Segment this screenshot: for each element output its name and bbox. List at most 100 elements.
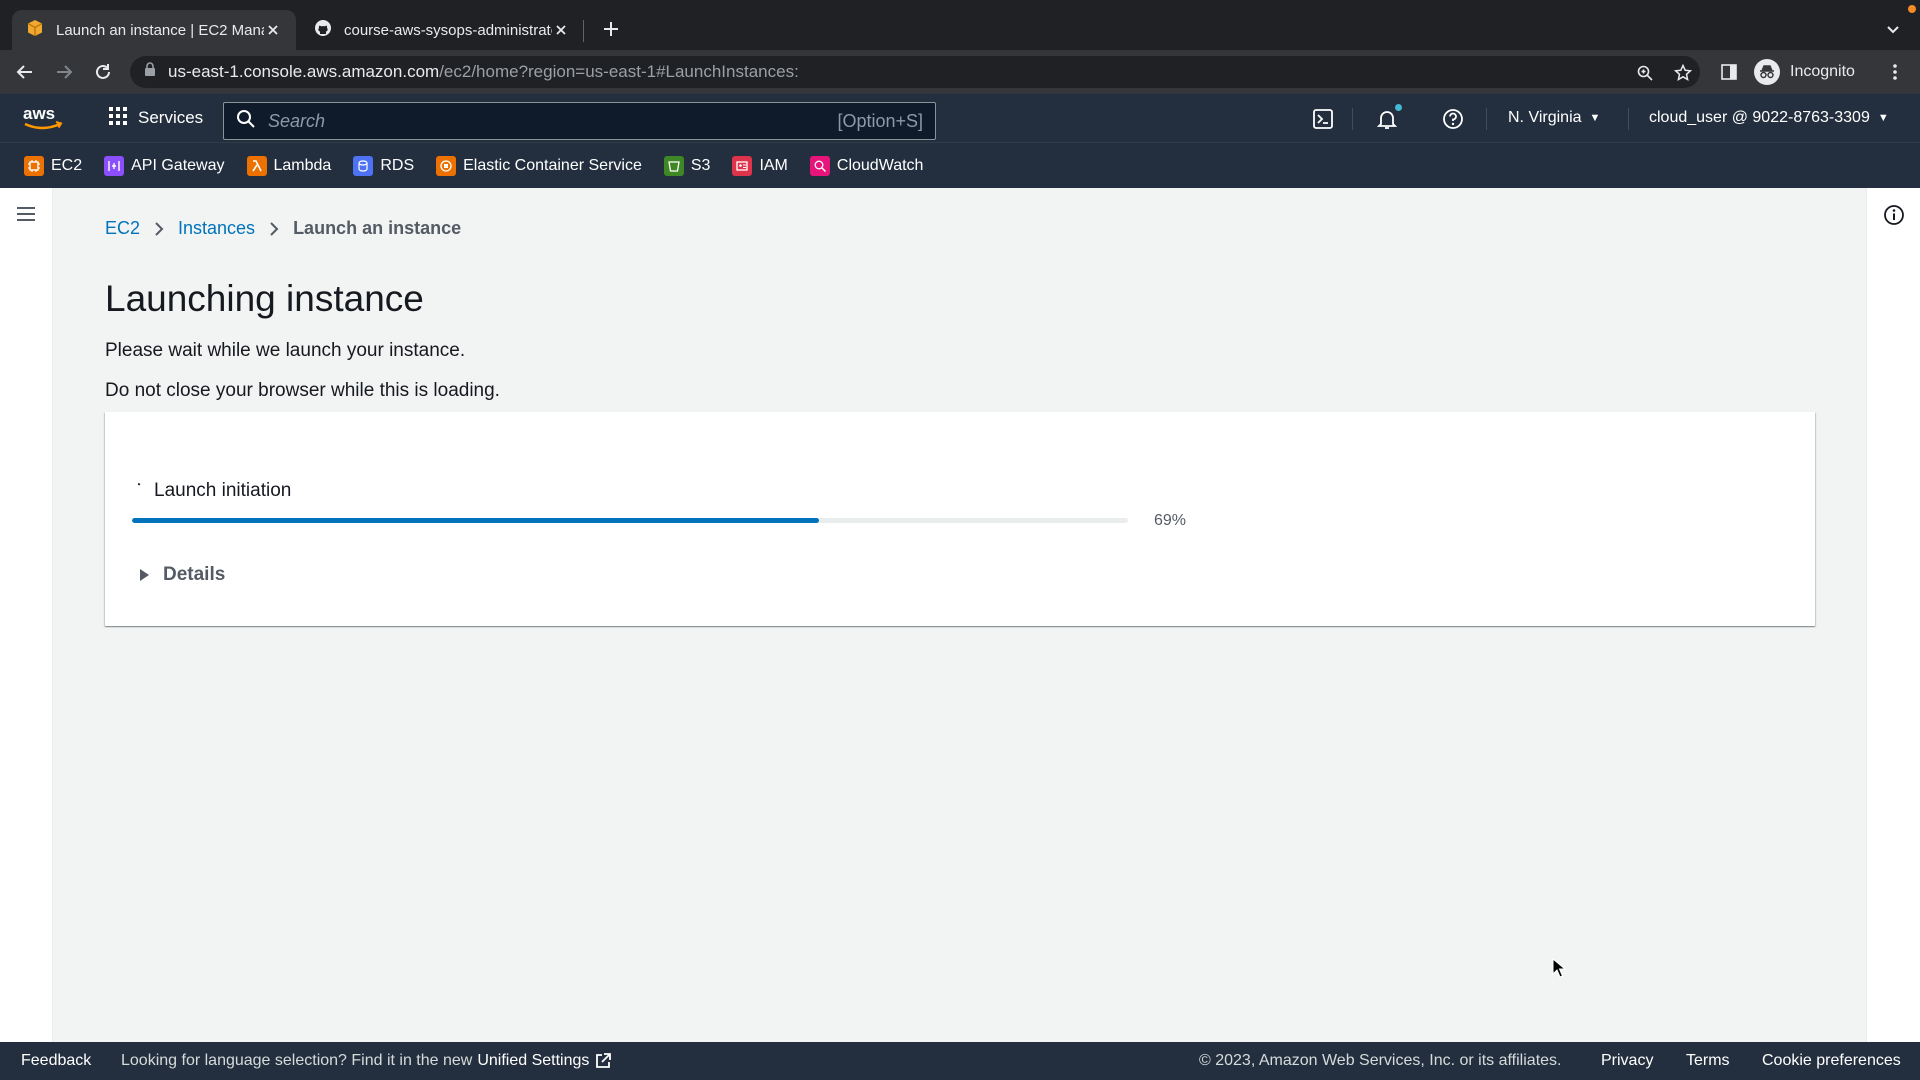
zoom-icon[interactable] <box>1636 64 1654 82</box>
notification-dot <box>1395 104 1402 111</box>
search-icon <box>236 109 256 134</box>
cloudshell-icon[interactable] <box>1310 106 1336 132</box>
favorite-cloudwatch[interactable]: CloudWatch <box>809 155 924 176</box>
page-title: Launching instance <box>105 278 424 319</box>
new-tab-button[interactable] <box>598 16 624 42</box>
forward-arrow-icon[interactable] <box>51 59 77 85</box>
favorite-label: Lambda <box>273 156 332 174</box>
chevron-down-icon[interactable] <box>1880 18 1906 42</box>
search-input[interactable]: Search [Option+S] <box>223 102 936 140</box>
breadcrumb-current: Launch an instance <box>293 218 462 238</box>
cloudwatch-icon <box>809 155 830 176</box>
console-footer: Feedback Looking for language selection?… <box>0 1042 1920 1080</box>
url-host: us-east-1.console.aws.amazon.com <box>168 62 440 81</box>
left-navigation-rail <box>0 188 53 1042</box>
tab-github-course[interactable]: course-aws-sysops-administrator <box>300 10 584 50</box>
caret-right-icon <box>137 568 151 582</box>
details-expander[interactable]: Details <box>137 564 225 586</box>
cookie-preferences-link[interactable]: Cookie preferences <box>1762 1042 1901 1080</box>
favorite-label: Elastic Container Service <box>463 156 642 174</box>
progress-bar-fill <box>132 518 820 523</box>
kebab-menu-icon[interactable] <box>1882 59 1908 85</box>
info-icon[interactable] <box>1882 203 1906 227</box>
services-menu-button[interactable]: Services <box>108 94 203 142</box>
favorite-ecs[interactable]: Elastic Container Service <box>436 155 642 176</box>
right-tools-rail <box>1866 188 1920 1042</box>
copyright-text: © 2023, Amazon Web Services, Inc. or its… <box>1199 1052 1562 1069</box>
aws-box-icon <box>26 19 44 41</box>
url-path: /ec2/home?region=us-east-1#LaunchInstanc… <box>439 62 799 81</box>
bell-icon[interactable] <box>1374 104 1402 132</box>
terms-link[interactable]: Terms <box>1686 1042 1730 1080</box>
terms-label: Terms <box>1686 1052 1730 1069</box>
tab-separator <box>583 20 584 42</box>
details-label: Details <box>163 564 226 585</box>
launch-step: Launch initiation <box>132 480 291 502</box>
hamburger-menu-icon[interactable] <box>14 202 38 226</box>
favorite-api-gateway[interactable]: API Gateway <box>104 155 225 176</box>
privacy-link[interactable]: Privacy <box>1601 1042 1653 1080</box>
favorite-label: RDS <box>380 156 415 174</box>
close-icon[interactable] <box>552 21 570 39</box>
ec2-icon <box>24 155 44 176</box>
feedback-label: Feedback <box>21 1052 92 1069</box>
region-selector[interactable]: N. Virginia ▼ <box>1508 94 1600 142</box>
services-label: Services <box>138 108 204 127</box>
header-divider <box>1628 108 1629 130</box>
progress-percent: 69% <box>1154 512 1187 529</box>
incognito-label: Incognito <box>1790 63 1855 80</box>
tab-title: Launch an instance | EC2 Management Cons… <box>56 21 264 39</box>
s3-icon <box>663 155 684 176</box>
mouse-cursor-icon <box>1552 957 1567 978</box>
incognito-profile[interactable]: Incognito <box>1754 58 1855 86</box>
breadcrumb-instances[interactable]: Instances <box>178 218 255 239</box>
account-menu[interactable]: cloud_user @ 9022-8763-3309 ▼ <box>1649 94 1889 142</box>
lock-icon[interactable] <box>144 62 156 82</box>
favorite-label: CloudWatch <box>836 156 924 174</box>
search-shortcut: [Option+S] <box>837 110 923 131</box>
favorite-label: EC2 <box>51 156 83 174</box>
breadcrumb-ec2[interactable]: EC2 <box>105 218 140 239</box>
tab-launch-instance[interactable]: Launch an instance | EC2 Management Cons… <box>12 10 296 50</box>
cookie-label: Cookie preferences <box>1762 1052 1901 1069</box>
side-panel-icon[interactable] <box>1716 59 1742 85</box>
breadcrumb: EC2 Instances Launch an instance <box>105 218 461 239</box>
close-icon[interactable] <box>264 21 282 39</box>
privacy-label: Privacy <box>1601 1052 1654 1069</box>
external-link-icon <box>594 1052 612 1070</box>
unified-settings-link[interactable]: Unified Settings <box>477 1052 589 1070</box>
region-label: N. Virginia <box>1508 109 1582 126</box>
launch-progress-card: Launch initiation 69% Details <box>105 412 1815 626</box>
reload-icon[interactable] <box>90 59 116 85</box>
do-not-close-message: Do not close your browser while this is … <box>105 380 500 401</box>
feedback-link[interactable]: Feedback <box>21 1042 91 1080</box>
incognito-icon <box>1754 59 1780 85</box>
github-icon <box>314 19 332 41</box>
step-label: Launch initiation <box>154 480 292 501</box>
browser-tab-strip: Launch an instance | EC2 Management Cons… <box>0 0 1920 50</box>
favorite-rds[interactable]: RDS <box>353 155 415 176</box>
header-divider <box>1486 108 1487 130</box>
grid-icon <box>108 106 128 131</box>
favorites-bar: EC2 API Gateway Lambda RDS Elastic Conta… <box>0 142 1920 188</box>
address-bar[interactable]: us-east-1.console.aws.amazon.com/ec2/hom… <box>130 56 1700 88</box>
wait-message: Please wait while we launch your instanc… <box>105 340 466 361</box>
tab-title: course-aws-sysops-administrator <box>344 21 552 39</box>
favorite-lambda[interactable]: Lambda <box>246 155 332 176</box>
favorite-iam[interactable]: IAM <box>732 155 788 176</box>
help-icon[interactable] <box>1440 106 1466 132</box>
chevron-right-icon <box>269 221 279 237</box>
iam-icon <box>732 155 753 176</box>
favorite-label: IAM <box>759 156 788 174</box>
star-icon[interactable] <box>1674 64 1692 82</box>
search-placeholder: Search <box>268 110 326 131</box>
favorite-label: API Gateway <box>131 156 225 174</box>
header-divider <box>1352 108 1353 130</box>
aws-logo-icon[interactable]: aws <box>22 102 66 134</box>
copyright: © 2023, Amazon Web Services, Inc. or its… <box>1199 1042 1561 1080</box>
favorite-s3[interactable]: S3 <box>663 155 710 176</box>
language-text: Looking for language selection? Find it … <box>121 1052 473 1069</box>
back-arrow-icon[interactable] <box>12 59 38 85</box>
aws-console-header: aws Services Search [Option+S] N. Virgin… <box>0 94 1920 142</box>
favorite-ec2[interactable]: EC2 <box>24 155 83 176</box>
